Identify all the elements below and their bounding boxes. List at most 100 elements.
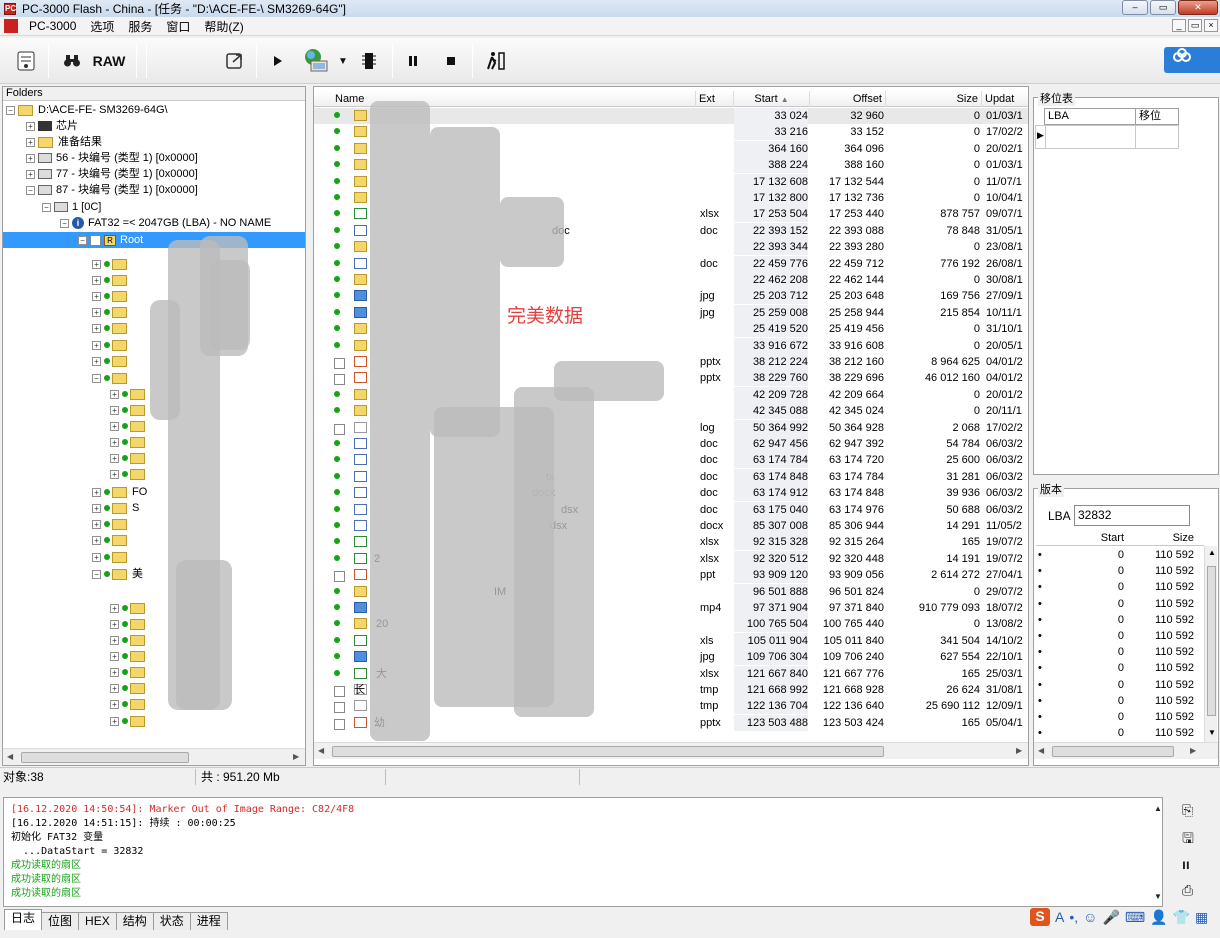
scroll-left-icon[interactable]: ◀	[318, 746, 324, 755]
tree-subfolder[interactable]: +	[110, 402, 150, 418]
save-icon[interactable]: 🖫	[1182, 828, 1194, 852]
column-offset[interactable]: Offset	[810, 91, 886, 107]
ime-user-icon[interactable]: 👤	[1150, 909, 1167, 926]
scroll-down-icon[interactable]: ▼	[1208, 728, 1216, 737]
expand-icon[interactable]: +	[110, 619, 119, 629]
column-size[interactable]: Size	[886, 91, 982, 107]
app-menu-icon[interactable]	[4, 19, 18, 33]
menu-window[interactable]: 窗口	[159, 18, 197, 35]
expand-icon[interactable]: +	[92, 552, 101, 562]
reloc-col-shift[interactable]: 移位	[1135, 108, 1179, 125]
version-col-size[interactable]: Size	[1128, 532, 1194, 544]
collapse-icon[interactable]: −	[92, 569, 101, 579]
mdi-close-button[interactable]: ×	[1204, 19, 1218, 32]
tree-subfolder[interactable]: +	[110, 386, 150, 402]
tree-subfolder[interactable]: + S	[92, 500, 139, 516]
menu-options[interactable]: 选项	[83, 18, 121, 35]
version-row[interactable]: • 0 110 592	[1036, 596, 1204, 612]
row-checkbox[interactable]	[334, 702, 345, 714]
version-vscroll[interactable]: ▲ ▼	[1204, 546, 1217, 742]
tree-node-task[interactable]: − D:\ACE-FE- SM3269-64G\	[6, 102, 168, 118]
version-row[interactable]: • 0 110 592	[1036, 644, 1204, 660]
ime-keyboard-icon[interactable]: ⌨	[1125, 909, 1145, 926]
scroll-left-icon[interactable]: ◀	[7, 752, 13, 761]
expand-icon[interactable]: +	[110, 603, 119, 613]
expand-icon[interactable]: +	[110, 683, 119, 693]
tree-node-disk[interactable]: +56 - 块编号 (类型 1) [0x0000]	[26, 150, 198, 166]
expand-icon[interactable]: +	[92, 259, 101, 269]
tree-subfolder[interactable]: +	[92, 320, 132, 336]
version-hscroll[interactable]: ◀ ▶	[1034, 742, 1218, 759]
minimize-button[interactable]: –	[1122, 0, 1148, 15]
expand-icon[interactable]: +	[26, 121, 35, 131]
expand-icon[interactable]: +	[92, 535, 101, 545]
expand-icon[interactable]: +	[110, 469, 119, 479]
tree-subfolder[interactable]: +	[92, 532, 132, 548]
maximize-button[interactable]: ▭	[1150, 0, 1176, 15]
tree-node-chip[interactable]: + 芯片	[26, 118, 78, 134]
tree-subfolder[interactable]: +	[92, 516, 132, 532]
tree-subfolder[interactable]: − 美	[92, 566, 143, 582]
tree-node-info[interactable]: − i FAT32 =< 2047GB (LBA) - NO NAME	[60, 215, 271, 231]
mdi-minimize-button[interactable]: _	[1172, 19, 1186, 32]
scroll-right-icon[interactable]: ▶	[293, 752, 299, 761]
expand-icon[interactable]: +	[92, 323, 101, 333]
row-checkbox[interactable]	[334, 358, 345, 369]
expand-icon[interactable]: +	[92, 356, 101, 366]
version-row[interactable]: • 0 110 592	[1036, 547, 1204, 563]
version-col-start[interactable]: Start	[1036, 532, 1124, 544]
version-row[interactable]: • 0 110 592	[1036, 660, 1204, 676]
scroll-thumb[interactable]	[332, 746, 884, 757]
tree-subfolder[interactable]: +	[110, 680, 150, 696]
expand-icon[interactable]: +	[92, 487, 101, 497]
reloc-row[interactable]: ▶	[1035, 125, 1179, 149]
scroll-left-icon[interactable]: ◀	[1038, 746, 1044, 755]
version-row[interactable]: • 0 110 592	[1036, 628, 1204, 644]
chip-icon[interactable]	[358, 47, 380, 75]
scroll-thumb[interactable]	[1207, 566, 1216, 716]
tab-log[interactable]: 日志	[4, 909, 43, 930]
row-checkbox[interactable]	[334, 718, 345, 730]
task-icon[interactable]	[12, 47, 40, 75]
expand-icon[interactable]: +	[110, 405, 119, 415]
scroll-down-icon[interactable]: ▼	[1154, 892, 1162, 901]
tree-subfolder[interactable]: +	[110, 632, 150, 648]
menu-service[interactable]: 服务	[121, 18, 159, 35]
pause-icon[interactable]	[402, 47, 424, 75]
tree-subfolder[interactable]: +	[92, 353, 132, 369]
tab-hex[interactable]: HEX	[78, 912, 117, 930]
tree-subfolder[interactable]: +	[92, 288, 132, 304]
expand-icon[interactable]: +	[92, 291, 101, 301]
tree-node-disk[interactable]: +77 - 块编号 (类型 1) [0x0000]	[26, 166, 198, 182]
expand-icon[interactable]: +	[92, 340, 101, 350]
scroll-right-icon[interactable]: ▶	[1190, 746, 1196, 755]
tree-subfolder[interactable]: +	[110, 713, 150, 729]
expand-icon[interactable]: +	[110, 453, 119, 463]
stop-icon[interactable]	[440, 47, 462, 75]
column-start[interactable]: Start ▲	[734, 91, 810, 107]
version-row[interactable]: • 0 110 592	[1036, 563, 1204, 579]
scroll-thumb[interactable]	[1052, 746, 1174, 757]
tab-status[interactable]: 状态	[152, 912, 191, 930]
expand-icon[interactable]: +	[110, 716, 119, 726]
tree-subfolder[interactable]: +	[110, 648, 150, 664]
cloud-icon[interactable]	[1164, 47, 1220, 73]
collapse-icon[interactable]: −	[92, 373, 101, 383]
tree-node-drive[interactable]: − 1 [0C]	[42, 199, 101, 215]
ime-emoji-icon[interactable]: ☺	[1083, 909, 1097, 925]
tree-subfolder[interactable]: +	[92, 272, 132, 288]
tree-subfolder[interactable]: +	[110, 450, 150, 466]
scroll-up-icon[interactable]: ▲	[1208, 548, 1216, 557]
tree-subfolder[interactable]: +	[92, 256, 132, 272]
folders-hscroll[interactable]: ◀ ▶	[3, 748, 305, 765]
expand-icon[interactable]: +	[92, 275, 101, 285]
menu-help[interactable]: 帮助(Z)	[197, 18, 250, 35]
tab-bitmap[interactable]: 位图	[41, 912, 80, 930]
expand-icon[interactable]: +	[110, 651, 119, 661]
ime-punct-icon[interactable]: •,	[1069, 909, 1078, 925]
tree-subfolder[interactable]: + FO	[92, 484, 147, 500]
expand-icon[interactable]: +	[92, 307, 101, 317]
copy-icon[interactable]: ⎘	[1182, 802, 1193, 819]
version-row[interactable]: • 0 110 592	[1036, 677, 1204, 693]
column-ext[interactable]: Ext	[696, 91, 734, 107]
